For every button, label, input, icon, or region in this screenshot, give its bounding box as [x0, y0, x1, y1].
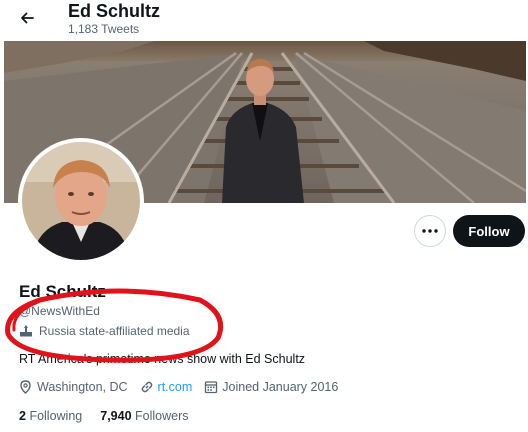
back-arrow-icon: [21, 12, 34, 24]
state-media-label[interactable]: Russia state-affiliated media: [19, 323, 190, 338]
followers-label: Followers: [135, 409, 189, 423]
profile-header: Ed Schultz 1,183 Tweets: [0, 0, 528, 41]
followers-count: 7,940: [100, 409, 132, 423]
more-icon: [422, 229, 438, 233]
header-name: Ed Schultz: [68, 1, 161, 21]
following-link[interactable]: 2 Following: [19, 409, 82, 423]
more-options-button[interactable]: [414, 215, 446, 247]
followers-link[interactable]: 7,940 Followers: [100, 409, 188, 423]
profile-name: Ed Schultz: [19, 282, 106, 301]
follow-stats: 2 Following 7,940 Followers: [19, 409, 207, 423]
avatar[interactable]: [22, 142, 140, 260]
link-icon: [140, 380, 154, 394]
back-button[interactable]: [10, 4, 44, 32]
location-text: Washington, DC: [37, 380, 128, 394]
join-date: Joined January 2016: [204, 380, 338, 394]
profile-meta: Washington, DC rt.com Joined January 201…: [19, 380, 350, 394]
location-icon: [19, 380, 33, 394]
location: Washington, DC: [19, 380, 128, 394]
join-date-text: Joined January 2016: [222, 380, 339, 394]
avatar-border: [18, 138, 144, 264]
profile-bio: RT America's primetime news show with Ed…: [19, 352, 306, 366]
profile-handle: @NewsWithEd: [19, 304, 100, 318]
calendar-icon: [204, 380, 218, 394]
follow-button[interactable]: Follow: [453, 215, 525, 247]
following-label: Following: [29, 409, 83, 423]
website: rt.com: [140, 380, 193, 394]
website-link[interactable]: rt.com: [158, 380, 193, 394]
following-count: 2: [19, 409, 26, 423]
state-media-text: Russia state-affiliated media: [39, 323, 190, 338]
state-media-icon: [19, 323, 34, 338]
tweet-count: 1,183 Tweets: [68, 22, 140, 36]
